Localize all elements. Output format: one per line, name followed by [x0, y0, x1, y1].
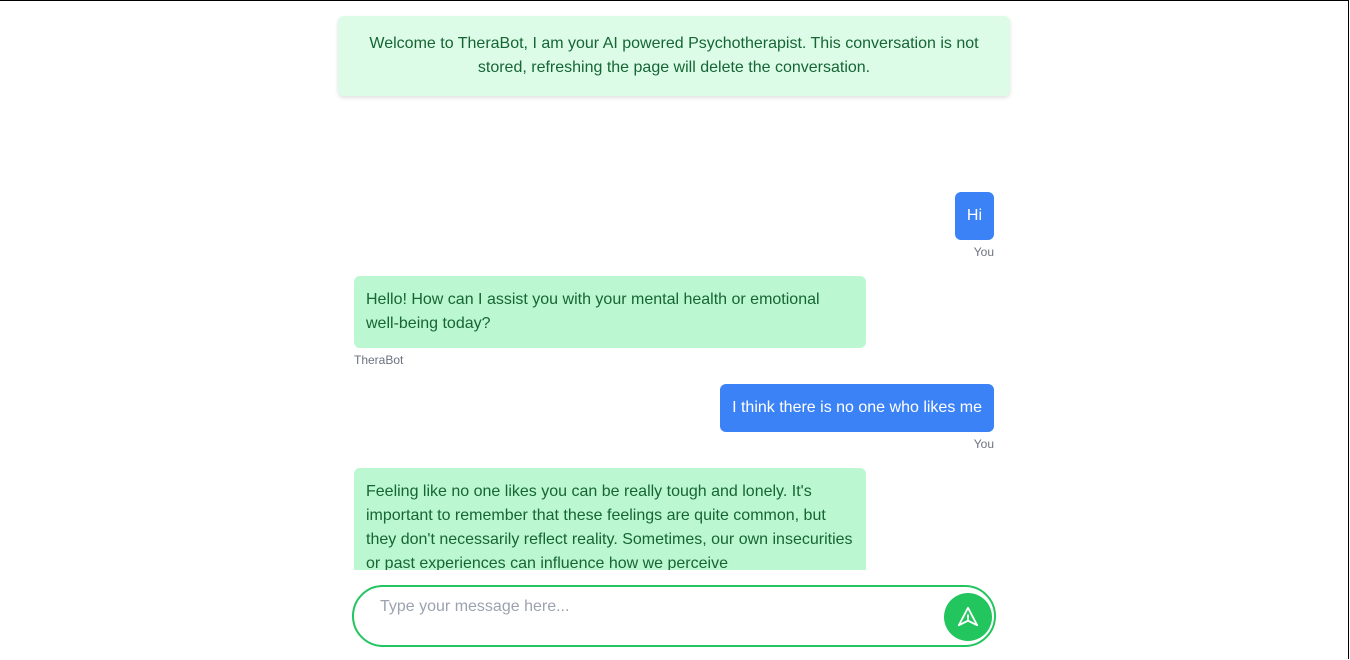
welcome-banner: Welcome to TheraBot, I am your AI powere… — [338, 16, 1010, 96]
send-button[interactable] — [944, 593, 992, 641]
message-sender: You — [973, 245, 994, 259]
user-message: I think there is no one who likes me — [720, 384, 994, 432]
send-icon — [957, 606, 979, 627]
chat-history[interactable]: Hi You Hello! How can I assist you with … — [354, 176, 994, 570]
message-input[interactable] — [378, 593, 922, 621]
message-composer — [352, 585, 996, 647]
bot-message: Feeling like no one likes you can be rea… — [354, 468, 866, 570]
bot-message: Hello! How can I assist you with your me… — [354, 276, 866, 348]
message-sender: TheraBot — [354, 353, 404, 367]
user-message: Hi — [954, 192, 994, 240]
welcome-banner-text: Welcome to TheraBot, I am your AI powere… — [369, 35, 979, 76]
message-sender: You — [973, 437, 994, 451]
